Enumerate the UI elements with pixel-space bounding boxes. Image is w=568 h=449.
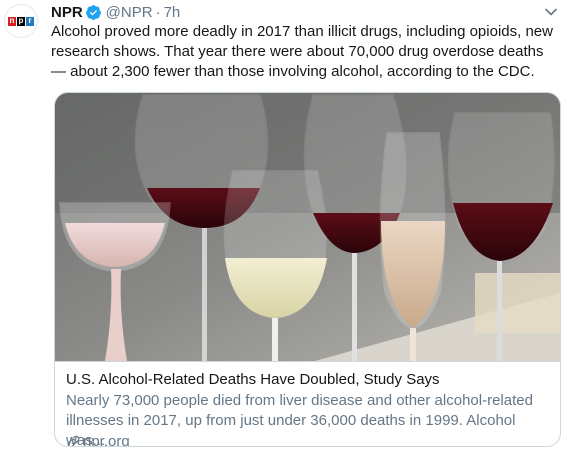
- link-icon: [67, 435, 80, 446]
- npr-logo-n: n: [8, 16, 16, 26]
- card-text[interactable]: U.S. Alcohol-Related Deaths Have Doubled…: [55, 361, 560, 446]
- card-description: Nearly 73,000 people died from liver dis…: [66, 392, 533, 447]
- chevron-down-icon[interactable]: [542, 3, 560, 21]
- npr-logo-r: r: [26, 16, 34, 26]
- tweet-text: Alcohol proved more deadly in 2017 than …: [51, 23, 553, 80]
- author-name[interactable]: NPR: [51, 4, 83, 21]
- link-card[interactable]: U.S. Alcohol-Related Deaths Have Doubled…: [54, 92, 561, 447]
- card-title[interactable]: U.S. Alcohol-Related Deaths Have Doubled…: [66, 371, 440, 388]
- separator-dot: ·: [155, 3, 161, 21]
- avatar[interactable]: n p r: [4, 4, 38, 38]
- card-domain[interactable]: npr.org: [66, 433, 130, 446]
- tweet-header: NPR @NPR · 7h: [51, 2, 560, 22]
- verified-badge-icon: [85, 4, 102, 21]
- npr-logo-p: p: [17, 16, 25, 26]
- card-image[interactable]: [55, 93, 560, 361]
- author-handle[interactable]: @NPR: [106, 4, 153, 21]
- timestamp[interactable]: 7h: [164, 4, 181, 21]
- card-domain-text[interactable]: npr.org: [83, 433, 130, 446]
- npr-logo: n p r: [8, 16, 34, 26]
